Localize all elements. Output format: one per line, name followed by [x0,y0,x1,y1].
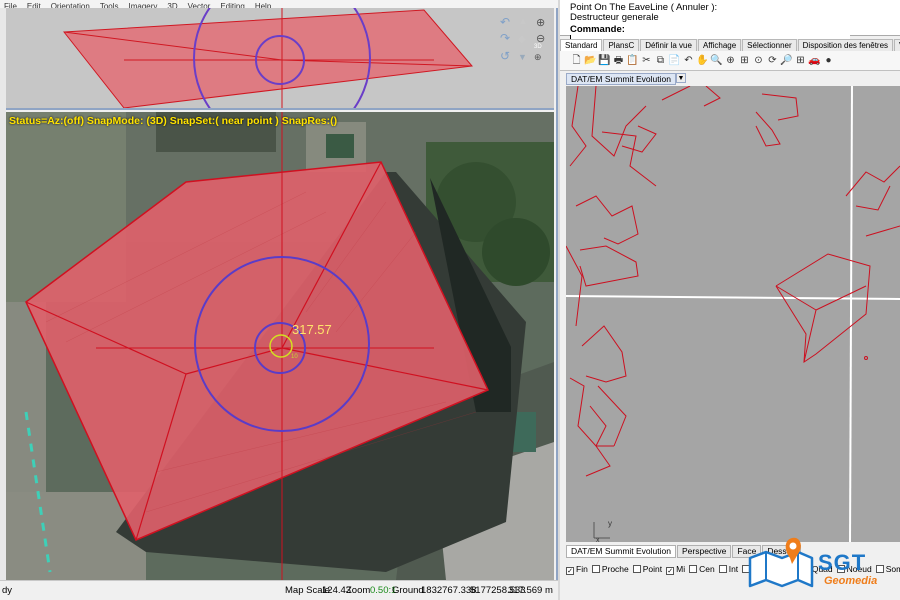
paste-icon[interactable]: 📄 [668,54,681,67]
new-icon[interactable]: 🗋 [570,54,583,67]
world-axis-y [849,86,853,542]
svg-text:◆: ◆ [518,34,526,45]
osnap-option[interactable]: ✓ Fin [566,564,588,575]
osnap-label: Point [642,564,663,574]
command-line: Commande: [560,24,900,45]
svg-text:⊕: ⊕ [534,52,542,62]
overview-view[interactable]: ↶ ▲ ⊕ ↷ ◆ ⊖ ↺ ▼ ⊕ 3D [6,8,554,110]
elevation-label: 317.57 [292,322,332,337]
open-icon[interactable]: 📂 [584,54,597,67]
statusbar: dy Map Scale 124.43 Zoom 0.50:1 Ground 1… [0,580,558,600]
zoom-in-icon[interactable]: 🔎 [780,54,793,67]
toolbar-tab[interactable]: Disposition des fenêtres [797,39,894,51]
osnap-option[interactable]: Cen [689,564,715,574]
rhino-window: Point On The EaveLine ( Annuler ): Destr… [560,0,900,600]
osnap-option[interactable]: ✓ Mi [666,564,685,575]
osnap-checkbox[interactable]: ✓ [666,567,675,575]
standard-toolbar: 🗋 📂 💾 🖶 📋 ✂ ⧉ 📄 ↶ ✋ 🔍 ⊕ ⊞ ⊙ ⟳ 🔎 ⊞ 🚗 ● [560,51,900,71]
axis-y-label: y [608,519,612,528]
toolbar-tabs: Standard PlansC Définir la vue Affichage Sél… [560,39,900,51]
screenshot-root: File Edit Orientation Tools Imagery 3D Vector E… [0,0,900,600]
shade-icon[interactable]: ● [822,54,835,67]
viewport-tab[interactable]: Perspective [676,545,732,558]
osnap-checkbox[interactable] [632,565,641,573]
stereo-main-view[interactable]: 317.57 10 Status=Az:(off) SnapMode: (3D)… [6,112,554,580]
undo-icon[interactable]: ↶ [682,54,695,67]
toolbar-tab[interactable]: Standard [560,39,603,51]
viewport-tab[interactable]: DAT/EM Summit Evolution [566,545,676,558]
menubar: File Edit Orientation Tools Imagery 3D Vector E… [0,0,558,8]
toolbar-tab[interactable]: Sélectionner [742,39,797,51]
osnap-label: Fin [576,564,588,574]
svg-text:↷: ↷ [500,31,510,45]
osnap-checkbox[interactable]: ✓ [566,567,574,575]
osnap-option[interactable]: Point [632,564,663,574]
pan-icon[interactable]: ✋ [696,54,709,67]
logo-subtitle: Geomedia [824,575,878,587]
toolbar-tab[interactable]: Visibilité [894,39,900,51]
world-axis-x [566,295,900,300]
command-history-line: Destructeur generale [570,12,659,23]
svg-text:▲: ▲ [518,16,528,27]
viewport-title[interactable]: DAT/EM Summit Evolution [566,73,676,85]
ground-label: Ground [392,585,424,596]
osnap-option[interactable]: Int [718,564,739,574]
osnap-label: Cen [699,564,715,574]
ground-x: 1832767.338 [421,585,477,596]
copy-icon[interactable]: ⧉ [654,54,667,67]
save-icon[interactable]: 💾 [598,54,611,67]
rhino-viewport-canvas: y x [566,86,900,542]
status-ready: dy [2,585,13,596]
summit-evolution-window: File Edit Orientation Tools Imagery 3D Vector E… [0,0,558,600]
zoom-window-icon[interactable]: ⊕ [724,54,737,67]
toolbar-tab[interactable]: Affichage [697,39,742,51]
svg-text:⊕: ⊕ [536,17,545,29]
snap-status-line: Status=Az:(off) SnapMode: (3D) SnapSet:(… [9,115,338,127]
map-pin-logo-icon [748,537,814,588]
command-history: Point On The EaveLine ( Annuler ): Destr… [560,0,900,24]
sgt-geomedia-logo: SGT Geomedia [746,536,896,590]
car-icon[interactable]: 🚗 [808,54,821,67]
osnap-label: Proche [601,564,629,574]
svg-text:↶: ↶ [500,15,510,29]
logo-wordmark: SGT [818,550,867,575]
osnap-label: Mi [676,564,686,574]
stereo-canvas: 317.57 10 [6,112,554,580]
osnap-checkbox[interactable] [689,565,698,573]
osnap-option[interactable]: Proche [591,564,629,574]
osnap-checkbox[interactable] [718,565,727,573]
axis-x-label: x [596,537,600,542]
nav-widget[interactable]: ↶ ▲ ⊕ ↷ ◆ ⊖ ↺ ▼ ⊕ [500,15,545,63]
zoom-extents-icon[interactable]: ⊞ [738,54,751,67]
ground-z: 317.569 m [508,585,553,596]
nav-widget-3d-label: 3D [534,44,542,50]
zoom-selected-icon[interactable]: ⊙ [752,54,765,67]
cursor-small-label: 10 [291,354,298,360]
svg-text:▼: ▼ [518,52,527,62]
zoom-icon[interactable]: 🔍 [710,54,723,67]
properties-icon[interactable]: 📋 [626,54,639,67]
rhino-viewport[interactable]: y x [566,86,900,542]
four-views-icon[interactable]: ⊞ [794,54,807,67]
viewport-menu-chevron-icon[interactable]: ▼ [675,73,686,83]
overview-roof-polygon [63,9,473,108]
vector-point [864,356,868,360]
command-prompt-label: Commande: [570,24,625,35]
cut-icon[interactable]: ✂ [640,54,653,67]
toolbar-tab[interactable]: Définir la vue [640,39,697,51]
toolbar-tab[interactable]: PlansC [603,39,640,51]
rotate-icon[interactable]: ⟳ [766,54,779,67]
zoom-label: Zoom [346,585,371,596]
viewport-title-row: DAT/EM Summit Evolution ▼ [566,73,686,85]
svg-text:↺: ↺ [500,49,510,63]
overview-canvas: ↶ ▲ ⊕ ↷ ◆ ⊖ ↺ ▼ ⊕ 3D [63,8,545,108]
osnap-checkbox[interactable] [591,565,600,573]
osnap-label: Int [728,564,739,574]
print-icon[interactable]: 🖶 [612,54,625,67]
